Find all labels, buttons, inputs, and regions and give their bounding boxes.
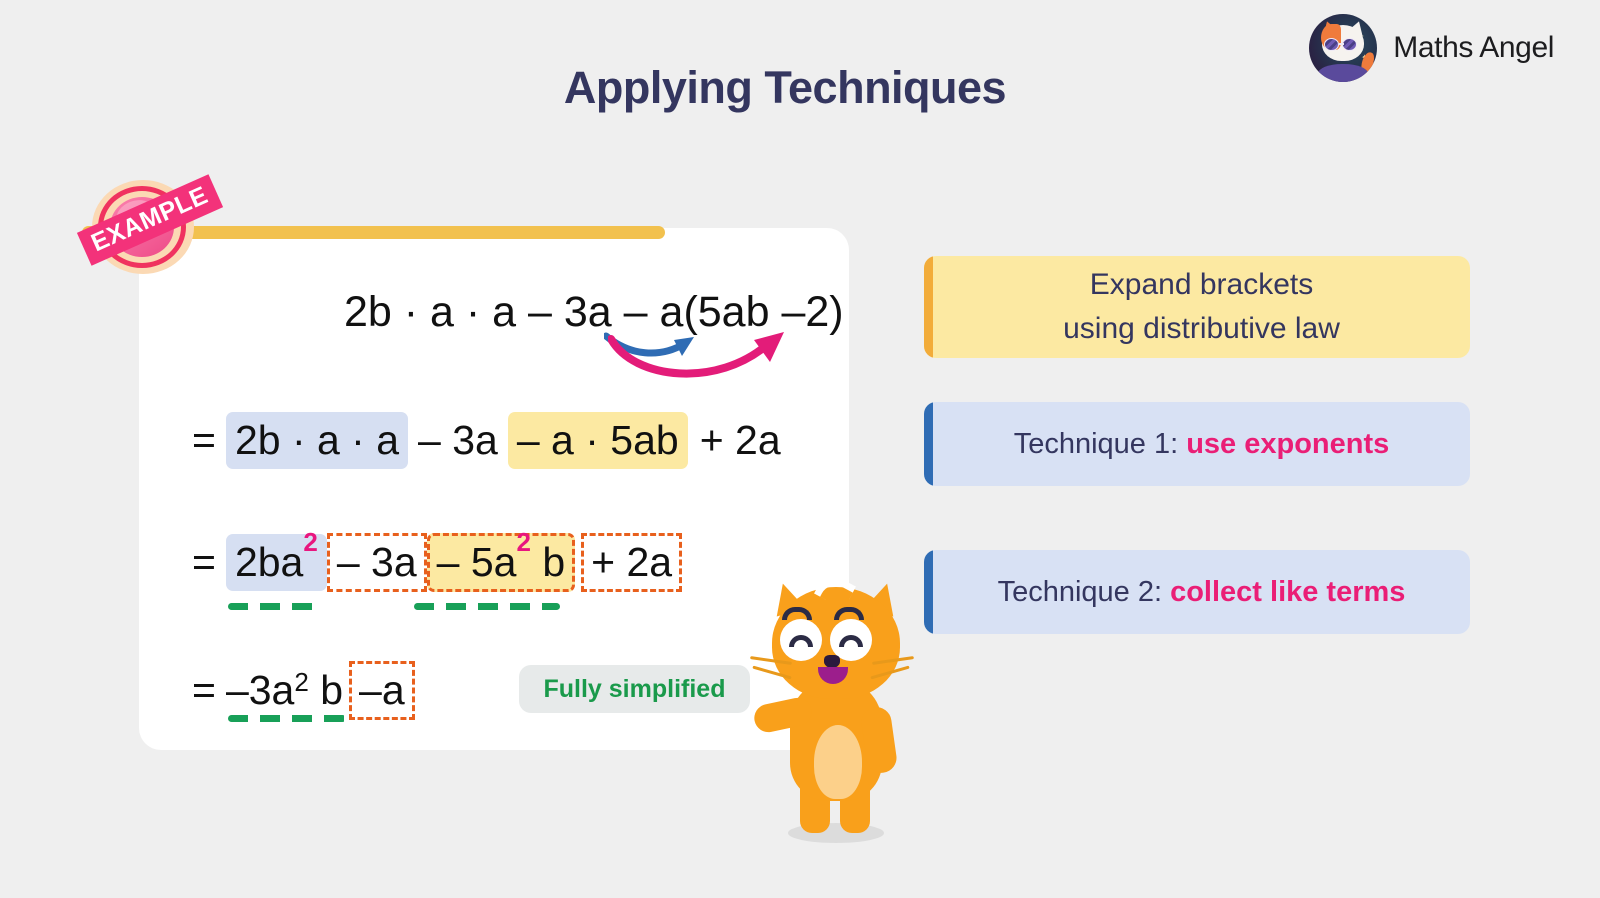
note-expand-text: Expand brackets using distributive law [933,263,1470,352]
term-minus-3a-squared-b: –3a2 b [226,667,343,714]
note-technique-1-prefix: Technique 1: [1013,427,1187,460]
equals-sign: = [192,417,216,463]
exponent-2: 2 [303,527,318,558]
equals-sign: = [192,539,216,585]
note-technique-1: Technique 1: use exponents [924,402,1470,486]
logo-cat-body [1318,64,1369,82]
term-2ba-squared: 2ba2 [225,529,327,591]
term-minus-a-boxed: –a [349,661,415,720]
term-b-suffix: b [308,667,344,713]
note-accent-bar [924,402,933,486]
equation-line-4: = –3a2 b –a [192,661,415,720]
term-minus-a-5ab: – a · 5ab [507,412,688,469]
like-terms-underline-2 [414,603,560,610]
brand-name: Maths Angel [1393,31,1554,64]
term-plus-2a: + 2a [699,417,781,463]
note-expand-line-2: using distributive law [1063,312,1340,345]
term-minus-3a-base: –3a [225,667,295,713]
exponent-2: 2 [294,667,309,697]
mascot-belly [814,725,862,799]
equation-line-3: = 2ba2 – 3a – 5a2 b + 2a [192,529,683,592]
slide-canvas: Applying Techniques ✦ ✦ Maths Angel EXAM… [0,0,1600,898]
brand-logo-group: ✦ ✦ Maths Angel [1309,14,1554,82]
term-minus-5a-base: – 5a [436,539,517,585]
exponent-2: 2 [516,527,531,558]
term-b-suffix: b [530,539,566,585]
note-technique-2-prefix: Technique 2: [997,575,1171,608]
note-expand-brackets: Expand brackets using distributive law [924,256,1470,358]
note-technique-2-emphasis: collect like terms [1170,575,1406,608]
note-accent-bar [924,550,933,634]
cat-mascot-logo-icon: ✦ ✦ [1309,14,1378,82]
logo-sunglasses-bridge [1339,43,1345,45]
note-expand-line-1: Expand brackets [1089,267,1314,301]
example-stamp: EXAMPLE [76,172,224,280]
term-plus-2a-boxed: + 2a [581,533,683,592]
distribute-arrow-pink-icon [608,332,784,378]
note-accent-bar [924,256,933,358]
term-2ba-base: 2ba [234,539,304,585]
term-2b-a-a: 2b · a · a [225,412,409,469]
note-technique-1-text: Technique 1: use exponents [933,428,1470,461]
status-badge-fully-simplified: Fully simplified [519,665,750,713]
like-terms-underline-1 [228,603,316,610]
equation-line-2: = 2b · a · a – 3a – a · 5ab + 2a [192,412,781,469]
note-technique-2-text: Technique 2: collect like terms [933,576,1470,609]
term-minus-5a-squared-b-boxed: – 5a2 b [426,529,576,592]
equals-sign: = [192,667,216,713]
note-technique-2: Technique 2: collect like terms [924,550,1470,634]
term-minus-3a-boxed: – 3a [326,533,427,592]
like-terms-underline-3 [228,715,346,722]
term-minus-3a: – 3a [418,417,498,463]
note-technique-1-emphasis: use exponents [1186,427,1390,460]
orange-cat-mascot [744,570,924,860]
status-badge-label: Fully simplified [543,674,726,703]
